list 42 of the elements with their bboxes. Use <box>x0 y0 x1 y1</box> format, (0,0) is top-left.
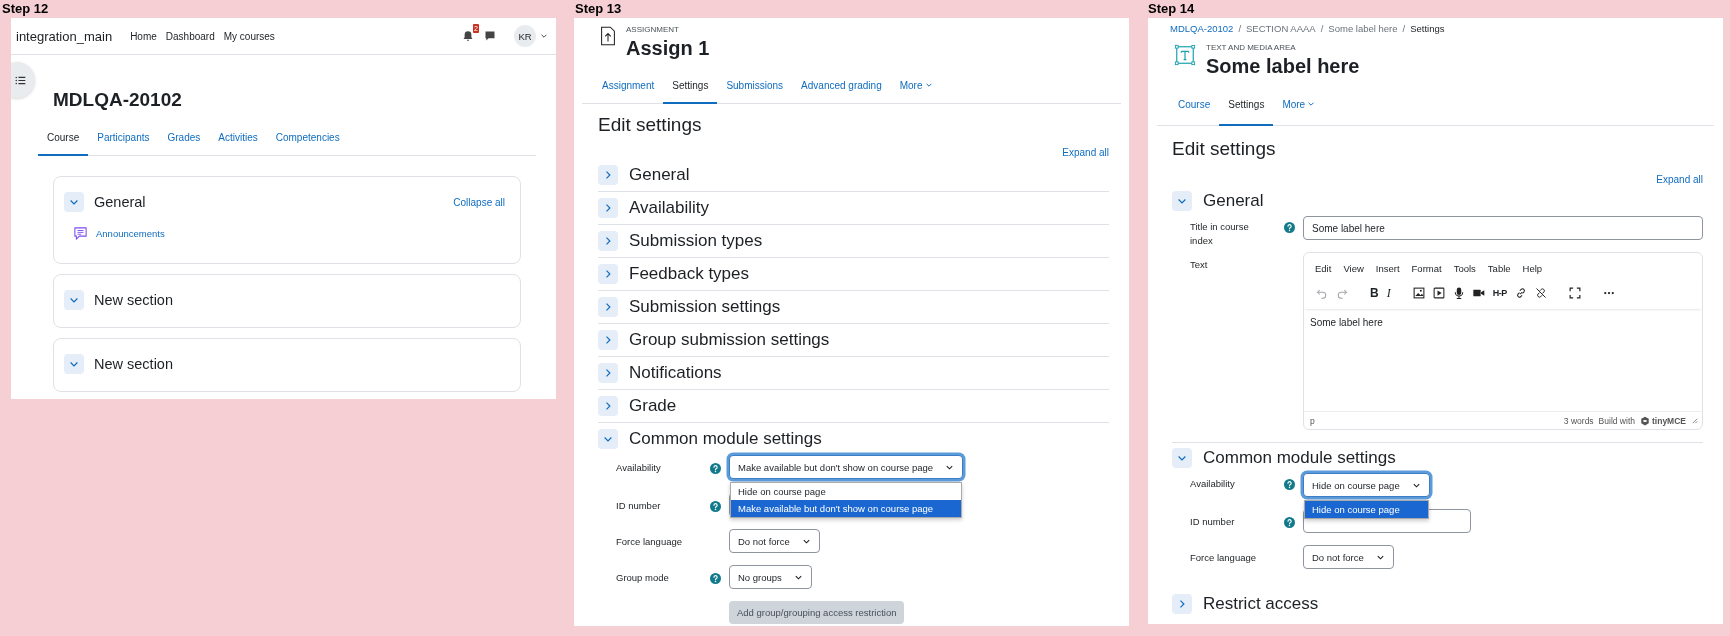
editor-text: Some label here <box>1310 317 1383 328</box>
section-heading: New section <box>94 356 173 372</box>
field-label: Availability <box>1190 477 1235 491</box>
section-heading: Restrict access <box>1203 594 1319 614</box>
step-label: Step 14 <box>1148 0 1196 18</box>
section-heading: Submission settings <box>629 297 781 317</box>
section-heading: Common module settings <box>629 429 822 449</box>
activity-type: ASSIGNMENT <box>626 24 680 36</box>
page-heading: Edit settings <box>598 113 703 137</box>
brand-name: tinyMCE <box>1652 415 1686 426</box>
section-heading: Common module settings <box>1203 448 1396 468</box>
course-title: MDLQA-20102 <box>53 89 183 112</box>
field-label: ID number <box>1190 515 1235 529</box>
field-label: Force language <box>616 535 683 549</box>
section-heading: New section <box>94 292 173 308</box>
page-heading: Edit settings <box>1172 137 1277 161</box>
section-heading: General <box>1203 191 1264 211</box>
field-label: Force language <box>1190 551 1257 565</box>
section-heading: General <box>629 165 690 185</box>
section-heading: Grade <box>629 396 677 416</box>
breadcrumb-separator: / <box>1320 22 1324 34</box>
element-path: p <box>1310 415 1315 426</box>
field-label: ID number <box>616 499 661 513</box>
field-label: Text <box>1190 258 1208 272</box>
field-label: Group mode <box>616 571 669 585</box>
section-heading: General <box>94 194 146 210</box>
section-heading: Availability <box>629 198 709 218</box>
section-heading: Notifications <box>629 363 722 383</box>
branding-text: Build with <box>1598 415 1635 426</box>
page-title: Assign 1 <box>626 36 710 60</box>
section-heading: Group submission settings <box>629 330 830 350</box>
activity-type: TEXT AND MEDIA AREA <box>1206 42 1297 54</box>
word-count: 3 words <box>1563 415 1594 426</box>
page-title: Some label here <box>1206 54 1360 78</box>
step-label: Step 12 <box>2 0 50 18</box>
breadcrumb-separator: / <box>1402 22 1406 34</box>
breadcrumb-separator: / <box>1238 22 1241 34</box>
field-label: Availability <box>616 461 661 475</box>
field-label: Title in course index <box>1190 220 1250 248</box>
section-heading: Submission types <box>629 231 763 251</box>
section-heading: Feedback types <box>629 264 749 284</box>
step-label: Step 13 <box>574 0 623 18</box>
